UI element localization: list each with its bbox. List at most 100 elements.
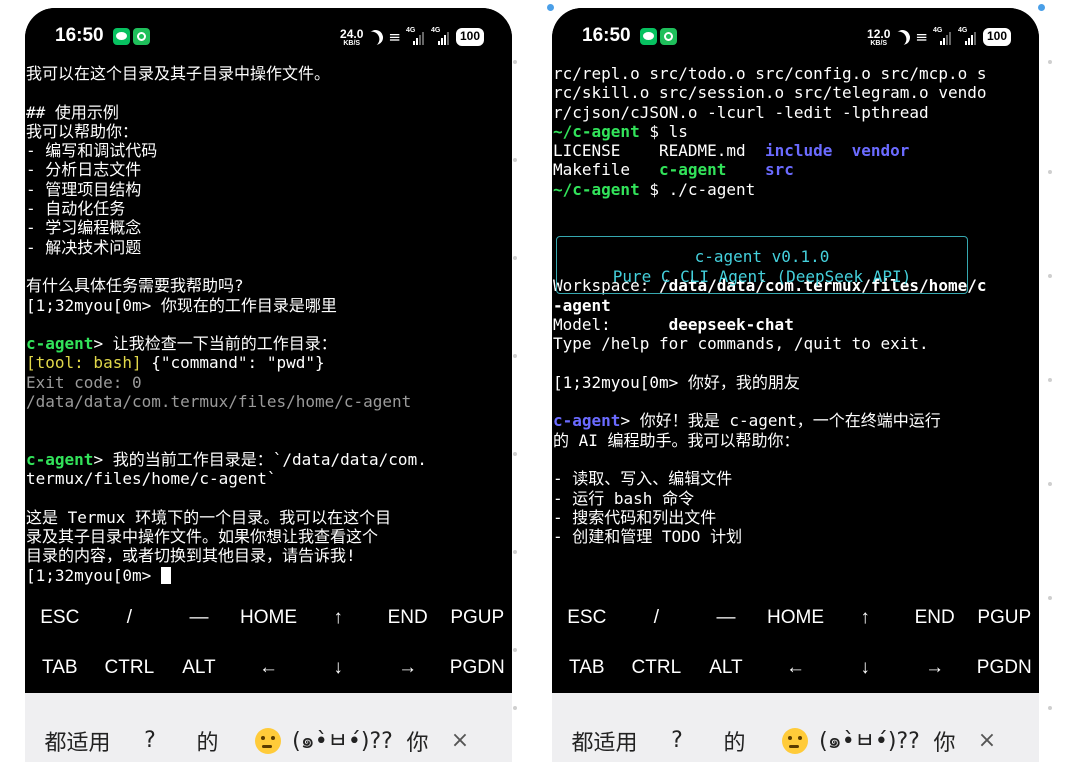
banner-title: c-agent v0.1.0 [694,247,830,266]
command-text: $ ./c-agent [639,179,756,199]
grid-dot [513,452,517,456]
executable-entry: c-agent [658,160,727,180]
command-text: $ ls [639,121,688,141]
terminal-input-line[interactable]: [1;32myou[0m> [26,566,512,585]
key-dash[interactable]: — [164,607,234,629]
suggestion-item[interactable] [772,727,817,754]
key-home[interactable]: HOME [234,607,304,629]
suggestion-item[interactable]: (๑•̀ㅂ•́)?? [290,723,395,758]
key-alt[interactable]: ALT [691,657,761,679]
file-entry: README.md [658,141,746,161]
suggestion-item[interactable]: ? [130,728,170,753]
network-speed: 12.0 KB/S [867,26,891,47]
extra-keys-bar: ESC / — HOME ↑ END PGUP TAB CTRL ALT ← ↓… [25,593,512,693]
suggestion-item[interactable]: 都适用 [552,725,657,757]
signal-icon: 4G [958,27,978,45]
status-bar: 16:50 12.0 KB/S ≡ 4G 4G 100 [552,8,1039,64]
selection-handle[interactable] [1038,4,1045,11]
key-up[interactable]: ↑ [303,607,373,629]
key-up[interactable]: ↑ [830,607,900,629]
terminal-line: 有什么具体任务需要我帮助吗? [26,276,244,296]
terminal-line: - 解决技术问题 [26,237,142,257]
terminal-line: ## 使用示例 [26,102,119,122]
terminal-line: r/cjson/cJSON.o -lcurl -ledit -lpthread [553,102,929,122]
ime-suggestion-bar: 都适用 ? 的 (๑•̀ㅂ•́)?? 你 × [552,693,1039,762]
grid-dot [1048,60,1052,64]
key-left[interactable]: ← [761,657,831,679]
terminal-line: [1;32myou[0m> 你好，我的朋友 [553,372,800,392]
app-notification-icon [660,28,677,45]
grid-dot [1048,274,1052,278]
suggestion-item[interactable]: ? [657,728,697,753]
terminal-line: 这是 Termux 环境下的一个目录。我可以在这个目 [26,507,392,527]
suggestion-item[interactable]: (๑•̀ㅂ•́)?? [817,723,922,758]
key-pgup[interactable]: PGUP [442,607,512,629]
terminal-line: - 学习编程概念 [26,218,142,238]
key-esc[interactable]: ESC [552,607,622,629]
terminal-line: - 搜索代码和列出文件 [553,507,717,527]
terminal-line: 我可以在这个目录及其子目录中操作文件。 [26,64,331,83]
suggestion-item[interactable]: 你 [922,725,967,757]
key-ctrl[interactable]: CTRL [622,657,692,679]
agent-prompt: c-agent [26,449,94,469]
key-dash[interactable]: — [691,607,761,629]
grid-dot [1048,378,1052,382]
terminal-line: c-agent> 让我检查一下当前的工作目录： [26,334,512,353]
key-tab[interactable]: TAB [25,657,95,679]
terminal-output[interactable]: rc/repl.o src/todo.o src/config.o src/mc… [552,64,1039,599]
suggestion-item[interactable] [245,727,290,754]
terminal-line: c-agent> 你好！我是 c-agent，一个在终端中运行 [553,411,1039,430]
suggestion-item[interactable]: 你 [395,725,440,757]
terminal-line: 目录的内容，或者切换到其他目录，请告诉我! [26,546,356,566]
key-slash[interactable]: / [622,607,692,629]
grid-dot [513,256,517,260]
key-pgup[interactable]: PGUP [969,607,1039,629]
key-pgdn[interactable]: PGDN [969,657,1039,679]
dir-entry: src [764,160,794,180]
terminal-line: - 管理项目结构 [26,179,142,199]
key-down[interactable]: ↓ [303,657,373,679]
terminal-line: Model: deepseek-chat [553,315,1039,334]
terminal-line: - 创建和管理 TODO 计划 [553,527,743,547]
terminal-line: ~/c-agent $ ./c-agent [553,180,1039,199]
suggestion-item[interactable]: 的 [697,725,772,757]
agent-reply: > 你好！我是 c-agent，一个在终端中运行 [620,411,941,431]
key-end[interactable]: END [900,607,970,629]
key-ctrl[interactable]: CTRL [95,657,165,679]
agent-reply: > 我的当前工作目录是：`/data/data/com. [93,449,427,469]
key-tab[interactable]: TAB [552,657,622,679]
key-home[interactable]: HOME [761,607,831,629]
moon-icon [366,27,386,47]
terminal-line: 录及其子目录中操作文件。如果你想让我查看这个 [26,527,379,547]
key-right[interactable]: → [373,657,443,679]
banner-subtitle: Pure C CLI Agent (DeepSeek API) [612,267,912,286]
terminal-line: [1;32myou[0m> 你现在的工作目录是哪里 [26,295,337,315]
suggestion-item[interactable]: 的 [170,725,245,757]
ls-output-row: LICENSE README.md include vendor [553,141,1039,160]
key-left[interactable]: ← [234,657,304,679]
key-end[interactable]: END [373,607,443,629]
thinking-face-icon [254,727,281,754]
key-slash[interactable]: / [95,607,165,629]
terminal-line: rc/skill.o src/session.o src/telegram.o … [553,83,987,103]
key-pgdn[interactable]: PGDN [442,657,512,679]
terminal-cursor [160,566,171,584]
suggestion-item[interactable]: 都适用 [25,725,130,757]
key-right[interactable]: → [900,657,970,679]
terminal-output[interactable]: 我可以在这个目录及其子目录中操作文件。 ## 使用示例 我可以帮助你： - 编写… [25,64,512,599]
battery-icon: 100 [455,28,484,46]
terminal-line: ~/c-agent $ ls [553,122,1039,141]
file-entry: Makefile [553,160,631,180]
close-icon[interactable]: × [440,728,480,753]
agent-prompt: c-agent [26,334,94,354]
signal-icon: 4G [406,27,426,45]
key-esc[interactable]: ESC [25,607,95,629]
status-time: 16:50 [55,25,104,46]
close-icon[interactable]: × [967,728,1007,753]
key-alt[interactable]: ALT [164,657,234,679]
battery-icon: 100 [982,28,1011,46]
key-down[interactable]: ↓ [830,657,900,679]
user-prompt: [1;32myou[0m> [26,565,161,585]
grid-dot [513,158,517,162]
